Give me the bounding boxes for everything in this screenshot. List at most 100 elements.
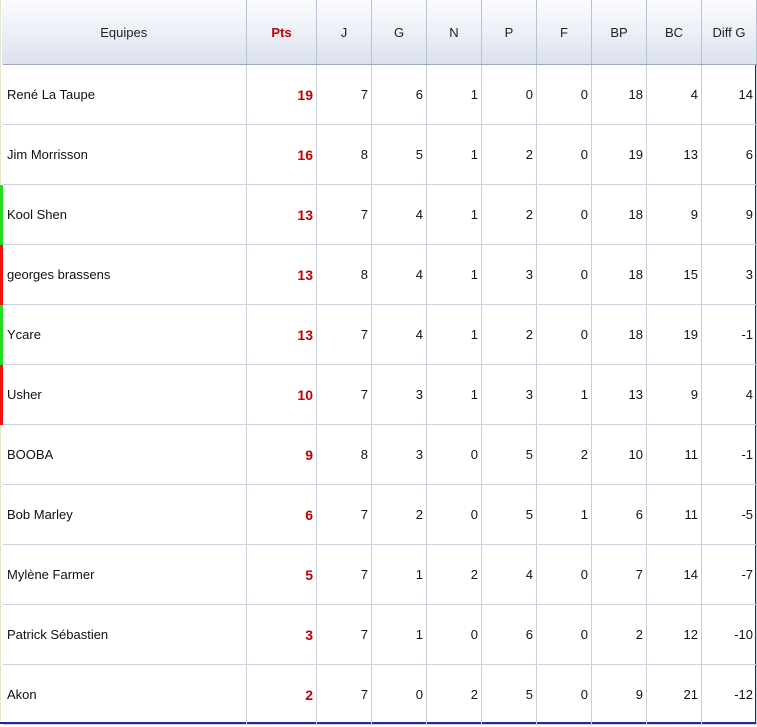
team-name-cell: BOOBA: [1, 424, 247, 485]
header-p[interactable]: P: [481, 0, 537, 65]
played-cell: 8: [316, 424, 372, 485]
goals-for-cell: 10: [591, 424, 647, 485]
played-cell: 7: [316, 64, 372, 125]
drawn-cell: 0: [426, 604, 482, 665]
lost-cell: 2: [481, 304, 537, 365]
goal-difference-cell: -1: [701, 424, 757, 485]
table-row[interactable]: Kool Shen 13 7 4 1 2 0 18 9 9: [0, 184, 757, 245]
goals-against-cell: 13: [646, 124, 702, 185]
header-f[interactable]: F: [536, 0, 592, 65]
header-diff[interactable]: Diff G: [701, 0, 757, 65]
goals-against-cell: 9: [646, 184, 702, 245]
won-cell: 2: [371, 484, 427, 545]
played-cell: 8: [316, 244, 372, 305]
table-body: René La Taupe 19 7 6 1 0 0 18 4 14 Jim Morrisson 16…: [0, 64, 757, 725]
drawn-cell: 1: [426, 124, 482, 185]
goal-difference-cell: -12: [701, 664, 757, 725]
team-name-cell: Bob Marley: [1, 484, 247, 545]
won-cell: 3: [371, 424, 427, 485]
played-cell: 7: [316, 484, 372, 545]
goal-difference-cell: 3: [701, 244, 757, 305]
won-cell: 6: [371, 64, 427, 125]
goals-for-cell: 19: [591, 124, 647, 185]
played-cell: 7: [316, 364, 372, 425]
points-cell: 13: [246, 184, 317, 245]
header-g[interactable]: G: [371, 0, 427, 65]
forfeit-cell: 0: [536, 184, 592, 245]
team-name-cell: georges brassens: [0, 244, 247, 305]
goals-for-cell: 2: [591, 604, 647, 665]
team-name-cell: Jim Morrisson: [1, 124, 247, 185]
points-cell: 16: [246, 124, 317, 185]
team-name-cell: René La Taupe: [1, 64, 247, 125]
lost-cell: 5: [481, 484, 537, 545]
lost-cell: 4: [481, 544, 537, 605]
header-equipes[interactable]: Equipes: [1, 0, 247, 65]
won-cell: 4: [371, 304, 427, 365]
drawn-cell: 1: [426, 304, 482, 365]
table-row[interactable]: georges brassens 13 8 4 1 3 0 18 15 3: [0, 244, 757, 305]
table-row[interactable]: Patrick Sébastien 3 7 1 0 6 0 2 12 -10: [1, 604, 757, 665]
goals-for-cell: 13: [591, 364, 647, 425]
won-cell: 4: [371, 244, 427, 305]
won-cell: 3: [371, 364, 427, 425]
points-cell: 19: [246, 64, 317, 125]
table-row[interactable]: Akon 2 7 0 2 5 0 9 21 -12: [1, 664, 757, 725]
table-row[interactable]: BOOBA 9 8 3 0 5 2 10 11 -1: [1, 424, 757, 485]
drawn-cell: 1: [426, 184, 482, 245]
forfeit-cell: 1: [536, 484, 592, 545]
goal-difference-cell: -10: [701, 604, 757, 665]
points-cell: 10: [246, 364, 317, 425]
played-cell: 7: [316, 184, 372, 245]
forfeit-cell: 1: [536, 364, 592, 425]
goals-for-cell: 7: [591, 544, 647, 605]
points-cell: 13: [246, 304, 317, 365]
forfeit-cell: 0: [536, 604, 592, 665]
drawn-cell: 1: [426, 364, 482, 425]
header-bp[interactable]: BP: [591, 0, 647, 65]
won-cell: 4: [371, 184, 427, 245]
goals-for-cell: 18: [591, 184, 647, 245]
header-j[interactable]: J: [316, 0, 372, 65]
goals-against-cell: 4: [646, 64, 702, 125]
forfeit-cell: 0: [536, 124, 592, 185]
table-row[interactable]: Mylène Farmer 5 7 1 2 4 0 7 14 -7: [1, 544, 757, 605]
drawn-cell: 2: [426, 544, 482, 605]
header-bc[interactable]: BC: [646, 0, 702, 65]
header-pts[interactable]: Pts: [246, 0, 317, 65]
goals-against-cell: 19: [646, 304, 702, 365]
points-cell: 2: [246, 664, 317, 725]
goal-difference-cell: -5: [701, 484, 757, 545]
goals-against-cell: 15: [646, 244, 702, 305]
table-row[interactable]: Ycare 13 7 4 1 2 0 18 19 -1: [0, 304, 757, 365]
goals-against-cell: 14: [646, 544, 702, 605]
played-cell: 8: [316, 124, 372, 185]
table-row[interactable]: René La Taupe 19 7 6 1 0 0 18 4 14: [1, 64, 757, 125]
table-row[interactable]: Jim Morrisson 16 8 5 1 2 0 19 13 6: [1, 124, 757, 185]
goals-for-cell: 6: [591, 484, 647, 545]
lost-cell: 5: [481, 664, 537, 725]
won-cell: 1: [371, 604, 427, 665]
drawn-cell: 0: [426, 484, 482, 545]
goals-for-cell: 18: [591, 304, 647, 365]
goal-difference-cell: 6: [701, 124, 757, 185]
standings-table: Equipes Pts J G N P F BP BC Diff G René …: [0, 0, 757, 725]
lost-cell: 3: [481, 364, 537, 425]
lost-cell: 3: [481, 244, 537, 305]
lost-cell: 0: [481, 64, 537, 125]
points-cell: 6: [246, 484, 317, 545]
won-cell: 5: [371, 124, 427, 185]
played-cell: 7: [316, 604, 372, 665]
goals-against-cell: 11: [646, 484, 702, 545]
table-row[interactable]: Bob Marley 6 7 2 0 5 1 6 11 -5: [1, 484, 757, 545]
goal-difference-cell: -1: [701, 304, 757, 365]
table-row[interactable]: Usher 10 7 3 1 3 1 13 9 4: [0, 364, 757, 425]
goals-against-cell: 21: [646, 664, 702, 725]
header-n[interactable]: N: [426, 0, 482, 65]
lost-cell: 2: [481, 124, 537, 185]
points-cell: 3: [246, 604, 317, 665]
forfeit-cell: 0: [536, 664, 592, 725]
forfeit-cell: 2: [536, 424, 592, 485]
lost-cell: 2: [481, 184, 537, 245]
played-cell: 7: [316, 304, 372, 365]
